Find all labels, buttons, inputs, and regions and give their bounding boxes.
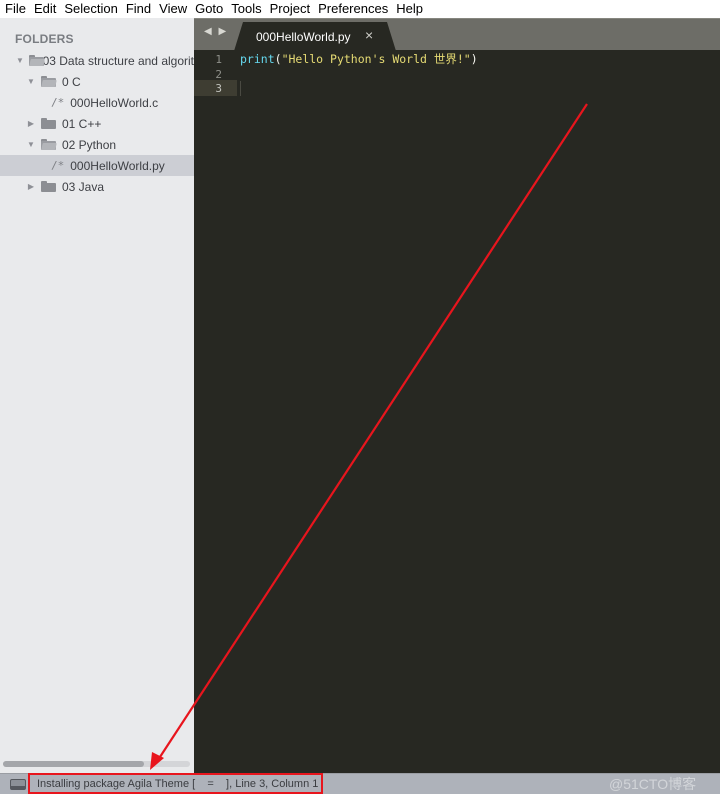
status-bar: Installing package Agila Theme [ = ], Li… bbox=[0, 773, 720, 794]
disclosure-expanded-icon[interactable]: ▼ bbox=[26, 140, 36, 149]
code-line-1: print("Hello Python's World 世界!") bbox=[240, 52, 478, 67]
token-punctuation: ( bbox=[274, 52, 282, 66]
folder-closed-icon bbox=[41, 181, 56, 192]
tab-label: 000HelloWorld.py bbox=[256, 30, 351, 44]
menu-preferences[interactable]: Preferences bbox=[317, 0, 393, 18]
disclosure-expanded-icon[interactable]: ▼ bbox=[16, 56, 24, 65]
menu-file[interactable]: File bbox=[4, 0, 31, 18]
sidebar-horizontal-scrollbar[interactable] bbox=[3, 761, 190, 767]
token-string: "Hello Python's World 世界!" bbox=[281, 52, 471, 66]
tree-folder-01-cpp[interactable]: ▶ 01 C++ bbox=[0, 113, 194, 134]
sidebar: FOLDERS ▼ 03 Data structure and algorit … bbox=[0, 18, 194, 773]
menu-find[interactable]: Find bbox=[125, 0, 156, 18]
panel-toggle-icon[interactable] bbox=[10, 779, 26, 790]
menu-goto[interactable]: Goto bbox=[194, 0, 228, 18]
disclosure-collapsed-icon[interactable]: ▶ bbox=[26, 119, 36, 128]
tree-label: 000HelloWorld.c bbox=[70, 95, 159, 110]
disclosure-expanded-icon[interactable]: ▼ bbox=[26, 77, 36, 86]
menu-view[interactable]: View bbox=[158, 0, 192, 18]
menu-edit[interactable]: Edit bbox=[33, 0, 61, 18]
tree-folder-03-java[interactable]: ▶ 03 Java bbox=[0, 176, 194, 197]
tree-folder-0-c[interactable]: ▼ 0 C bbox=[0, 71, 194, 92]
tab-nav-arrows-icon[interactable]: ◀ ▶ bbox=[204, 26, 228, 37]
tree-label: 01 C++ bbox=[62, 116, 102, 131]
tree-file-helloworld-py[interactable]: /* 000HelloWorld.py bbox=[0, 155, 194, 176]
scrollbar-thumb[interactable] bbox=[3, 761, 144, 767]
tree-label: 03 Java bbox=[62, 179, 105, 194]
file-comment-icon: /* bbox=[51, 96, 65, 109]
code-editor[interactable]: 1 2 3 print("Hello Python's World 世界!") bbox=[194, 50, 720, 773]
line-number: 3 bbox=[215, 82, 222, 95]
folders-heading: FOLDERS bbox=[15, 32, 74, 46]
text-caret bbox=[240, 81, 241, 96]
tree-label: 02 Python bbox=[62, 137, 117, 152]
tree-file-helloworld-c[interactable]: /* 000HelloWorld.c bbox=[0, 92, 194, 113]
tree-folder-root[interactable]: ▼ 03 Data structure and algorit bbox=[0, 50, 194, 71]
watermark: @51CTO博客 bbox=[609, 776, 697, 792]
token-punctuation: ) bbox=[470, 52, 478, 66]
tab-bar: ◀ ▶ 000HelloWorld.py × bbox=[194, 18, 720, 51]
tab-helloworld-py[interactable]: 000HelloWorld.py × bbox=[234, 22, 396, 51]
menu-bar: File Edit Selection Find View Goto Tools… bbox=[0, 0, 720, 18]
tree-label: 000HelloWorld.py bbox=[70, 158, 165, 173]
line-number: 2 bbox=[215, 68, 222, 81]
status-text: Installing package Agila Theme [ = ], Li… bbox=[37, 778, 319, 790]
tree-label: 0 C bbox=[62, 74, 81, 89]
tree-label: 03 Data structure and algorit bbox=[42, 53, 194, 68]
menu-project[interactable]: Project bbox=[269, 0, 315, 18]
folder-open-icon bbox=[28, 55, 45, 66]
menu-tools[interactable]: Tools bbox=[230, 0, 266, 18]
line-number: 1 bbox=[215, 53, 222, 66]
folder-open-icon bbox=[41, 139, 57, 150]
folder-open-icon bbox=[41, 76, 57, 87]
disclosure-collapsed-icon[interactable]: ▶ bbox=[26, 182, 36, 191]
tree-folder-02-python[interactable]: ▼ 02 Python bbox=[0, 134, 194, 155]
file-comment-icon: /* bbox=[51, 159, 65, 172]
token-function: print bbox=[240, 52, 275, 66]
menu-selection[interactable]: Selection bbox=[63, 0, 122, 18]
folder-closed-icon bbox=[41, 118, 56, 129]
close-icon[interactable]: × bbox=[365, 27, 373, 43]
menu-help[interactable]: Help bbox=[395, 0, 428, 18]
